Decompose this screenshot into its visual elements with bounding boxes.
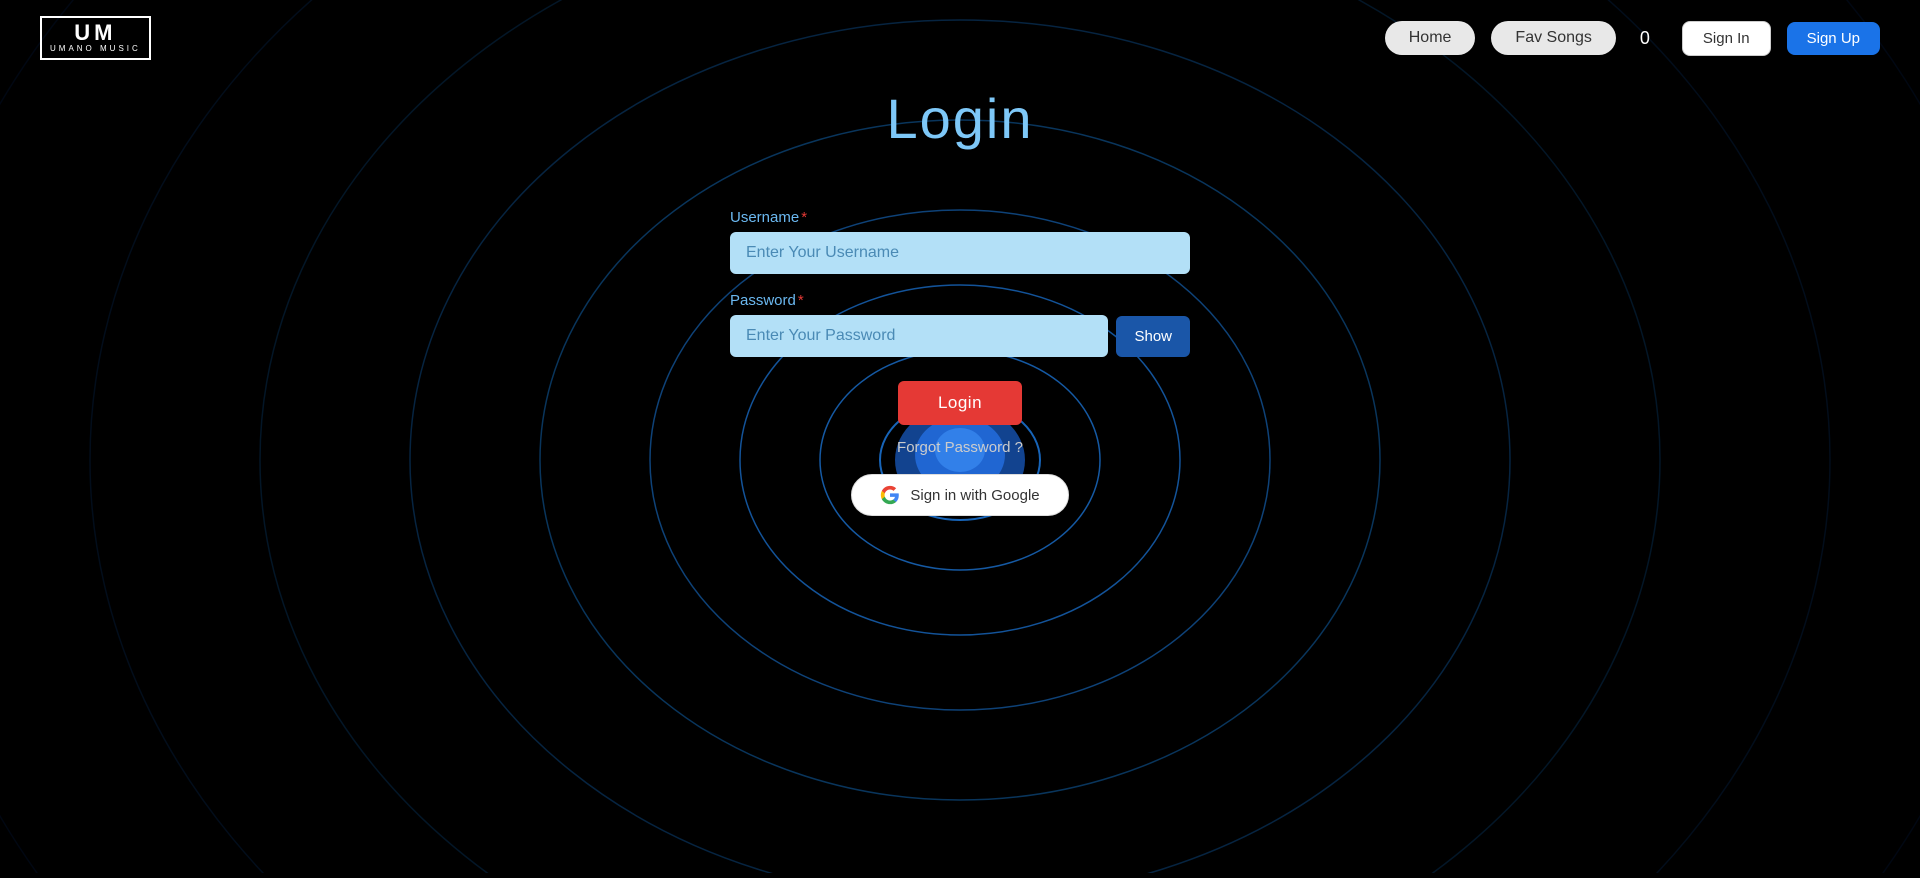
google-icon xyxy=(880,485,900,505)
password-required: * xyxy=(798,292,804,309)
forgot-password-link[interactable]: Forgot Password ? xyxy=(897,439,1023,456)
nav-links: Home Fav Songs 0 Sign In Sign Up xyxy=(1385,21,1880,56)
cart-count: 0 xyxy=(1640,28,1650,49)
login-button[interactable]: Login xyxy=(898,381,1022,425)
username-label: Username* xyxy=(730,209,807,226)
show-password-button[interactable]: Show xyxy=(1116,316,1190,357)
username-input-row xyxy=(730,232,1190,274)
page-title: Login xyxy=(886,86,1033,151)
username-input[interactable] xyxy=(730,232,1190,274)
home-button[interactable]: Home xyxy=(1385,21,1476,55)
password-label: Password* xyxy=(730,292,804,309)
google-signin-label: Sign in with Google xyxy=(910,487,1039,504)
logo-box: UM UMANO MUSIC xyxy=(40,16,151,60)
logo-um: UM xyxy=(50,22,141,44)
google-signin-button[interactable]: Sign in with Google xyxy=(851,474,1068,516)
password-input[interactable] xyxy=(730,315,1108,357)
logo-umano: UMANO MUSIC xyxy=(50,44,141,54)
logo: UM UMANO MUSIC xyxy=(40,16,151,60)
sign-up-button[interactable]: Sign Up xyxy=(1787,22,1880,55)
navbar: UM UMANO MUSIC Home Fav Songs 0 Sign In … xyxy=(0,0,1920,76)
main-content: Login Username* Password* Show Login For… xyxy=(0,76,1920,516)
password-input-row: Show xyxy=(730,315,1190,357)
login-form: Username* Password* Show Login Forgot Pa… xyxy=(730,191,1190,516)
fav-songs-button[interactable]: Fav Songs xyxy=(1491,21,1615,55)
sign-in-button[interactable]: Sign In xyxy=(1682,21,1771,56)
username-required: * xyxy=(801,209,807,226)
